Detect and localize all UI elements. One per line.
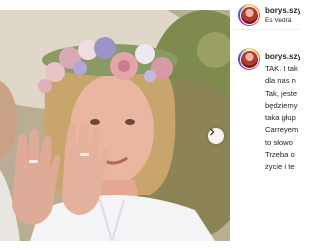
post-location[interactable]: Es Vedrà <box>265 17 291 24</box>
caption-line: dla nas n <box>265 76 296 86</box>
caption-line: TAK. I tak <box>265 64 298 73</box>
photo-illustration <box>0 10 230 241</box>
caption-line: to słowo <box>265 137 293 147</box>
chevron-right-icon <box>210 128 215 136</box>
post-caption: TAK. I tak dla nas n Tak, jeste będziemy… <box>265 63 300 174</box>
post-side-panel: borys.szyc Es Vedrà borys.szyc TAK. I ta… <box>230 0 300 250</box>
caption-line: Carreyem <box>265 125 299 135</box>
caption-avatar[interactable] <box>238 48 260 70</box>
avatar[interactable] <box>238 4 260 26</box>
caption-line: życie i te <box>265 162 295 172</box>
post-photo[interactable] <box>0 10 230 241</box>
header-username[interactable]: borys.szyc <box>265 6 300 15</box>
next-photo-button[interactable] <box>208 128 224 144</box>
bottom-edge <box>0 241 300 250</box>
caption-username[interactable]: borys.szyc <box>265 52 300 61</box>
post-header: borys.szyc Es Vedrà <box>230 0 300 30</box>
instagram-post-card: borys.szyc Es Vedrà borys.szyc TAK. I ta… <box>0 0 300 250</box>
caption-line: Tak, jeste <box>265 88 298 98</box>
caption-line: Trzeba o <box>265 150 295 160</box>
caption-line: będziemy <box>265 100 298 110</box>
caption-area: borys.szyc TAK. I tak dla nas n Tak, jes… <box>230 31 300 250</box>
caption-line: taka głup <box>265 113 296 123</box>
